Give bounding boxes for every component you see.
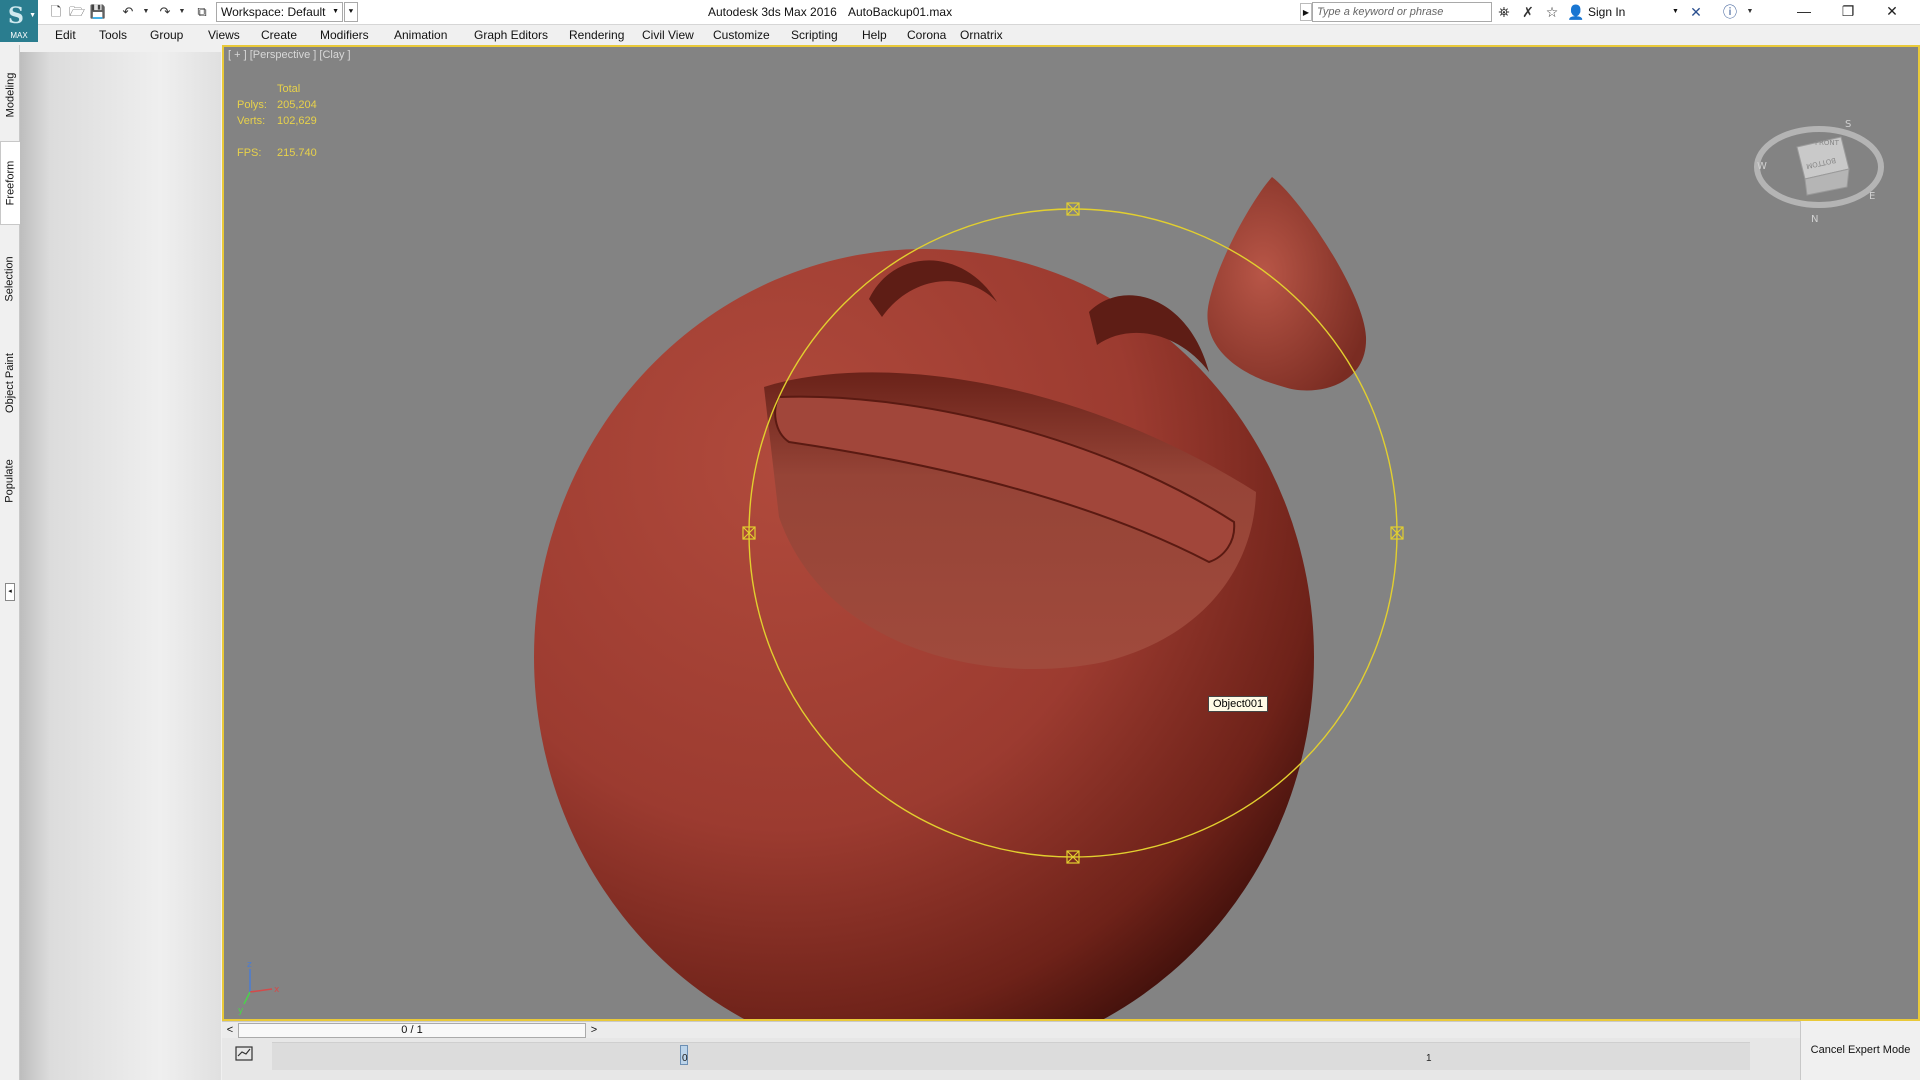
- axis-x-label: x: [274, 985, 280, 995]
- user-icon[interactable]: 👤: [1566, 3, 1586, 21]
- project-folder-icon[interactable]: ⧉: [192, 3, 212, 21]
- menu-tools[interactable]: Tools: [99, 25, 127, 45]
- close-icon[interactable]: ✕: [1870, 0, 1914, 24]
- menu-views[interactable]: Views: [208, 25, 240, 45]
- application-menu-button[interactable]: S ▼ MAX: [0, 0, 38, 42]
- favorites-star-icon[interactable]: ☆: [1542, 3, 1562, 21]
- tab-modeling[interactable]: Modeling: [0, 57, 20, 133]
- undo-dropdown[interactable]: ▼: [142, 3, 150, 21]
- perspective-viewport[interactable]: [ + ] [Perspective ] [Clay ] Total Polys…: [222, 45, 1920, 1021]
- redo-dropdown[interactable]: ▼: [178, 3, 186, 21]
- chevron-down-icon[interactable]: ▼: [1740, 3, 1760, 21]
- cancel-expert-mode-button[interactable]: Cancel Expert Mode: [1800, 1021, 1920, 1080]
- tab-object-paint[interactable]: Object Paint: [0, 335, 20, 431]
- tab-populate[interactable]: Populate: [0, 443, 20, 519]
- compass-s: S: [1845, 119, 1851, 130]
- viewport-scene: z x y: [238, 177, 1404, 1019]
- track-end-label: 1: [1426, 1053, 1432, 1064]
- track-start-label: 0: [682, 1053, 688, 1064]
- search-expand-button[interactable]: ▶: [1300, 3, 1312, 21]
- time-slider-next-button[interactable]: >: [586, 1022, 602, 1039]
- axis-tripod-icon: z x y: [238, 960, 280, 1016]
- workspace-value: Workspace: Default: [221, 5, 326, 19]
- chevron-down-icon[interactable]: ▼: [1672, 0, 1679, 24]
- compass-n: N: [1811, 214, 1818, 225]
- menu-customize[interactable]: Customize: [713, 25, 770, 45]
- new-icon[interactable]: 🗋: [46, 3, 66, 21]
- axis-z-label: z: [247, 960, 252, 970]
- minimize-icon[interactable]: —: [1782, 0, 1826, 24]
- menu-help[interactable]: Help: [862, 25, 887, 45]
- track-bar: 0 1: [222, 1038, 1800, 1080]
- binoculars-icon[interactable]: ⛯: [1494, 3, 1514, 21]
- curve-editor-icon[interactable]: [234, 1044, 254, 1064]
- tab-label: Selection: [4, 256, 17, 302]
- exchange-apps-icon[interactable]: ✕: [1686, 3, 1706, 21]
- compass-w: W: [1757, 161, 1767, 172]
- workspace-select[interactable]: Workspace: Default ▼: [216, 2, 343, 22]
- time-slider-position: 0 / 1: [401, 1024, 423, 1036]
- menu-ornatrix[interactable]: Ornatrix: [960, 25, 1003, 45]
- title-bar: S ▼ MAX 🗋 🗁 💾 ↶ ▼ ↷ ▼ ⧉ Workspace: Defau…: [0, 0, 1920, 42]
- window-file-name: AutoBackup01.max: [848, 5, 953, 19]
- ribbon-collapse-button[interactable]: ◂: [5, 583, 15, 601]
- axis-y-label: y: [238, 1006, 244, 1016]
- tab-selection[interactable]: Selection: [0, 241, 20, 317]
- time-slider-thumb[interactable]: 0 / 1: [238, 1023, 586, 1038]
- time-slider[interactable]: < 0 / 1 >: [222, 1021, 1800, 1038]
- open-icon[interactable]: 🗁: [67, 3, 87, 21]
- tab-label: Object Paint: [4, 353, 17, 413]
- menu-animation[interactable]: Animation: [394, 25, 447, 45]
- max-logo-icon: S: [8, 3, 24, 29]
- tab-label: Populate: [4, 459, 16, 503]
- restore-icon[interactable]: ❐: [1826, 0, 1870, 24]
- tab-label: Modeling: [4, 72, 17, 118]
- sign-in-button[interactable]: Sign In: [1588, 0, 1625, 24]
- menu-create[interactable]: Create: [261, 25, 297, 45]
- quick-access-customize-button[interactable]: ⯆: [344, 2, 358, 22]
- time-slider-prev-button[interactable]: <: [222, 1022, 238, 1039]
- menu-civil-view[interactable]: Civil View: [642, 25, 694, 45]
- track-bar-timeline[interactable]: 0 1: [272, 1042, 1750, 1070]
- chevron-down-icon: ▼: [29, 12, 36, 19]
- redo-icon[interactable]: ↷: [155, 3, 175, 21]
- view-cube-icon[interactable]: BOTTOM FRONT W N S E: [1749, 107, 1889, 227]
- window-title: Autodesk 3ds Max 2016: [708, 5, 837, 19]
- ribbon-panel: [20, 52, 221, 1080]
- compass-e: E: [1869, 191, 1875, 202]
- menu-graph-editors[interactable]: Graph Editors: [474, 25, 548, 45]
- viewcube-front-label: FRONT: [1815, 139, 1840, 147]
- search-input[interactable]: Type a keyword or phrase: [1312, 2, 1492, 22]
- menu-group[interactable]: Group: [150, 25, 183, 45]
- sweat-drop-mesh[interactable]: [1207, 177, 1367, 391]
- app-logo-label: MAX: [10, 31, 28, 40]
- menu-edit[interactable]: Edit: [55, 25, 76, 45]
- subscription-icon[interactable]: ✗: [1518, 3, 1538, 21]
- menu-bar: Edit Tools Group Views Create Modifiers …: [38, 25, 1920, 45]
- menu-scripting[interactable]: Scripting: [791, 25, 838, 45]
- menu-rendering[interactable]: Rendering: [569, 25, 624, 45]
- menu-corona[interactable]: Corona: [907, 25, 946, 45]
- save-icon[interactable]: 💾: [88, 3, 108, 21]
- undo-icon[interactable]: ↶: [118, 3, 138, 21]
- object-name-tooltip: Object001: [1208, 696, 1269, 712]
- chevron-down-icon: ▼: [332, 8, 339, 15]
- tab-freeform[interactable]: Freeform: [0, 141, 20, 225]
- tab-label: Freeform: [4, 160, 17, 206]
- menu-modifiers[interactable]: Modifiers: [320, 25, 369, 45]
- ribbon-side-tabs: Modeling Freeform Selection Object Paint…: [0, 45, 20, 1080]
- help-icon[interactable]: ⓘ: [1720, 3, 1740, 21]
